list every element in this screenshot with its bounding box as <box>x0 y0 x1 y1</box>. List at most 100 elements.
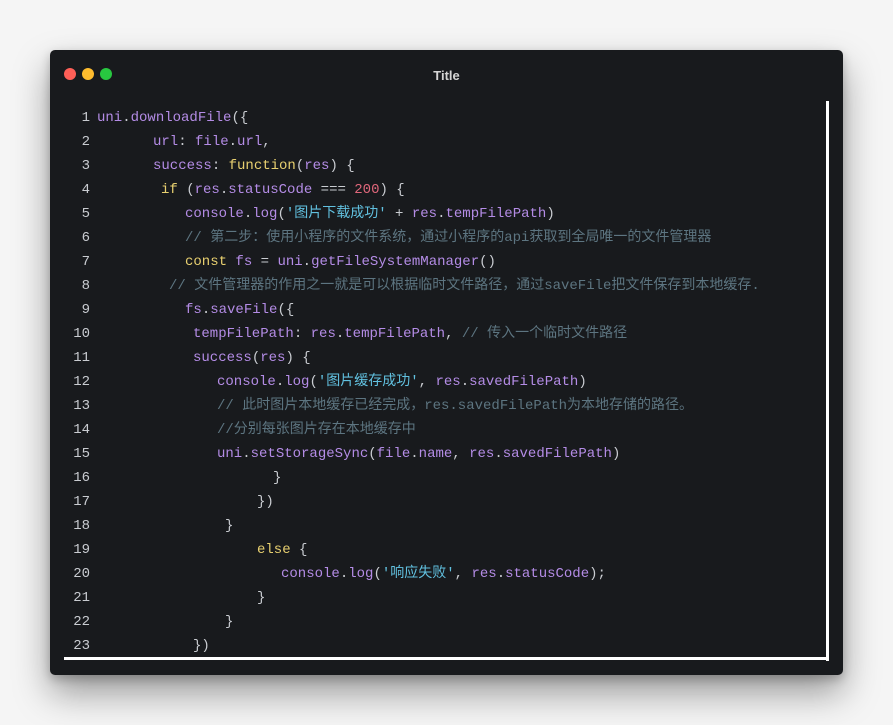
code-token: . <box>219 182 229 198</box>
code-token: log <box>252 206 278 222</box>
code-line: 21} <box>64 586 824 610</box>
code-token: uni <box>277 254 303 270</box>
code-token: } <box>257 590 266 606</box>
line-number: 23 <box>73 638 90 654</box>
code-line: 15 uni.setStorageSync(file.name, res.save… <box>64 442 824 466</box>
code-token: success <box>153 158 212 174</box>
code-line: 6 // 第二步：使用小程序的文件系统，通过小程序的api获取到全局唯一的文件管理… <box>64 226 824 250</box>
code-token: . <box>228 134 238 150</box>
code-token: file <box>376 446 411 462</box>
code-token: ) <box>546 206 555 222</box>
code-line: 7 const fs = uni.getFileSystemManager() <box>64 250 824 274</box>
code-token: }) <box>193 638 210 654</box>
code-token: . <box>122 110 131 126</box>
code-token: log <box>348 566 374 582</box>
code-line: 20 console.log('响应失败', res.statusCode); <box>64 562 824 586</box>
code-line: 1 uni.downloadFile({ <box>64 106 824 130</box>
code-token: ) <box>578 374 587 390</box>
code-line: 3 success: function(res) { <box>64 154 824 178</box>
code-token: function <box>228 158 296 174</box>
code-token: , <box>418 374 436 390</box>
line-number: 3 <box>81 158 90 174</box>
code-token: , <box>262 134 271 150</box>
code-line: 9 fs.saveFile({ <box>64 298 824 322</box>
code-token: } <box>225 614 234 630</box>
code-token: ); <box>589 566 606 582</box>
line-number: 10 <box>73 326 90 342</box>
code-token: '图片缓存成功' <box>317 374 419 390</box>
code-token: === <box>312 182 355 198</box>
code-token: { <box>290 542 308 558</box>
code-line: 11 success(res) { <box>64 346 824 370</box>
code-token: ({ <box>231 110 249 126</box>
line-number: 21 <box>73 590 90 606</box>
horizontal-scrollbar[interactable] <box>64 657 828 660</box>
code-token: tempFilePath <box>445 206 547 222</box>
code-token: else <box>257 542 291 558</box>
code-token: statusCode <box>228 182 313 198</box>
vertical-scrollbar[interactable] <box>826 101 829 661</box>
code-area[interactable]: 1 uni.downloadFile({2 url: file.url, 3 succe… <box>64 106 824 658</box>
line-number: 8 <box>81 278 90 294</box>
code-token: // 传入一个临时文件路径 <box>461 326 628 342</box>
code-token: . <box>201 302 211 318</box>
code-token: res <box>471 566 497 582</box>
code-line: 8 // 文件管理器的作用之一就是可以根据临时文件路径，通过saveFile把文件… <box>64 274 824 298</box>
code-token: . <box>302 254 312 270</box>
code-token: if <box>161 182 178 198</box>
code-token: . <box>494 446 503 462</box>
code-token: }) <box>257 494 274 510</box>
code-token: . <box>410 446 419 462</box>
code-token: name <box>418 446 453 462</box>
code-token: // 第二步：使用小程序的文件系统，通过小程序的api获取到全局唯一的文件管理器 <box>185 230 712 246</box>
code-token: , <box>454 566 472 582</box>
code-token: ) { <box>329 158 355 174</box>
code-token: // 文件管理器的作用之一就是可以根据临时文件路径，通过saveFile把文件保… <box>169 278 760 294</box>
code-token: file <box>195 134 229 150</box>
code-token: () <box>479 254 496 270</box>
code-token: . <box>335 326 345 342</box>
code-token: console <box>185 206 244 222</box>
line-number: 14 <box>73 422 90 438</box>
code-token: res <box>411 206 438 222</box>
line-number: 13 <box>73 398 90 414</box>
line-number: 17 <box>73 494 90 510</box>
code-token: saveFile <box>210 302 278 318</box>
title-bar: Title <box>50 50 843 100</box>
code-token: res <box>469 446 495 462</box>
code-token: console <box>281 566 340 582</box>
code-line: 17}) <box>64 490 824 514</box>
code-token: . <box>275 374 285 390</box>
code-token: savedFilePath <box>469 374 579 390</box>
code-token: , <box>445 326 462 342</box>
code-line: 10 tempFilePath: res.tempFilePath, // 传入一… <box>64 322 824 346</box>
code-token: res <box>260 350 286 366</box>
code-token: . <box>339 566 349 582</box>
code-line: 4 if (res.statusCode === 200) { <box>64 178 824 202</box>
code-token: // 此时图片本地缓存已经完成，res.savedFilePath为本地存储的路… <box>217 398 694 414</box>
code-token: } <box>225 518 234 534</box>
code-token: uni <box>97 110 123 126</box>
line-number: 16 <box>73 470 90 486</box>
code-token: console <box>217 374 276 390</box>
code-token: . <box>243 206 253 222</box>
line-number: 9 <box>81 302 90 318</box>
line-number: 15 <box>73 446 90 462</box>
code-token: 200 <box>354 182 380 198</box>
code-token: const <box>185 254 228 270</box>
code-token: : <box>178 134 196 150</box>
code-token: ) <box>611 446 621 462</box>
code-token: res <box>435 374 461 390</box>
code-token: savedFilePath <box>502 446 612 462</box>
window-title: Title <box>433 68 460 83</box>
code-token: res <box>304 158 330 174</box>
code-token: res <box>194 182 220 198</box>
code-token: getFileSystemManager <box>311 254 480 270</box>
line-number: 6 <box>81 230 90 246</box>
code-token: ({ <box>277 302 295 318</box>
code-line: 12 console.log('图片缓存成功', res.savedFilePat… <box>64 370 824 394</box>
code-token: //分别每张图片存在本地缓存中 <box>217 422 416 438</box>
code-line: 18} <box>64 514 824 538</box>
code-token: . <box>242 446 251 462</box>
code-token: ) { <box>285 350 311 366</box>
